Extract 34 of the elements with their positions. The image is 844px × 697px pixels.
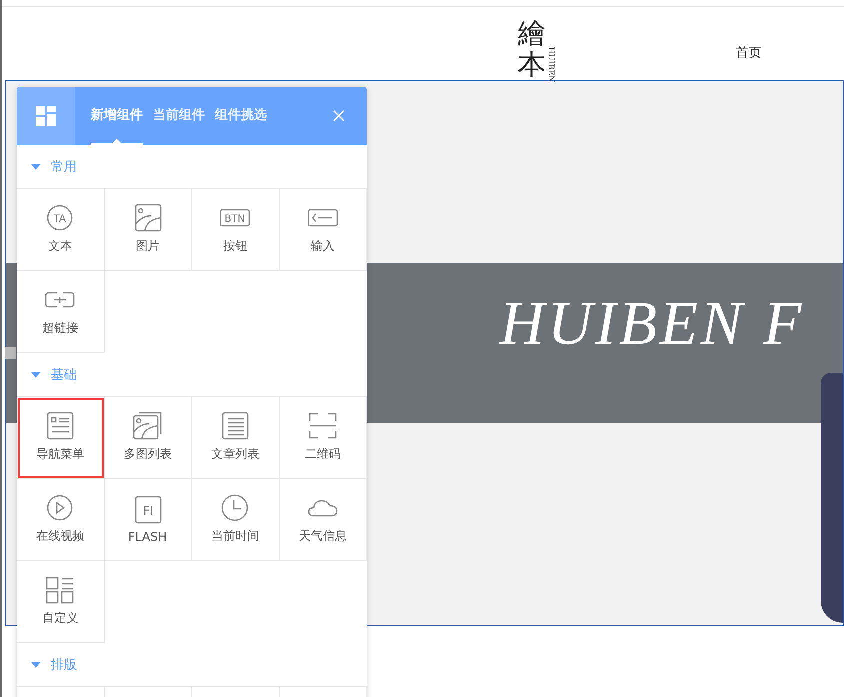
caret-icon	[31, 662, 41, 668]
gallery-icon	[132, 412, 163, 440]
banner-headline: HUIBEN F	[500, 289, 805, 360]
logo-subtitle: HUIBEN	[547, 47, 556, 83]
caret-icon	[31, 164, 41, 170]
nav-link[interactable]: 首页	[736, 44, 762, 62]
component-tile[interactable]: 在线视频	[17, 479, 104, 561]
component-tile[interactable]: FI FLASH	[104, 479, 192, 561]
collapse-handle[interactable]	[5, 347, 16, 359]
component-tile[interactable]: 图片	[104, 189, 192, 271]
play-icon	[45, 494, 76, 522]
component-tile[interactable]: 当前时间	[192, 479, 280, 561]
close-icon[interactable]	[333, 110, 345, 122]
component-tile[interactable]: 输入	[280, 189, 367, 271]
list-icon	[220, 412, 250, 440]
component-tile[interactable]: 自定义	[17, 561, 104, 643]
component-tile[interactable]: BTN 按钮	[192, 189, 280, 271]
menu-list-icon	[45, 412, 76, 440]
scan-frame-icon	[308, 412, 338, 440]
component-tile[interactable]: 导航菜单	[17, 397, 104, 479]
brand-logo[interactable]: 繪本 HUIBEN	[518, 7, 562, 83]
component-tile[interactable]: 超链接	[17, 271, 104, 353]
flash-icon: FI	[132, 496, 163, 524]
text-icon: TA	[45, 204, 76, 232]
clock-icon	[220, 494, 250, 522]
component-tile[interactable]: 二维码	[280, 397, 367, 479]
component-tile[interactable]: TA 文本	[17, 189, 104, 271]
component-tile[interactable]: 文章列表	[192, 397, 280, 479]
component-tile[interactable]: 天气信息	[280, 479, 367, 561]
logo-title: 繪本	[518, 19, 546, 81]
layout-grid-icon	[45, 576, 76, 604]
image-icon	[132, 204, 163, 232]
component-tile[interactable]: 多图列表	[104, 397, 192, 479]
caret-icon	[31, 372, 41, 378]
